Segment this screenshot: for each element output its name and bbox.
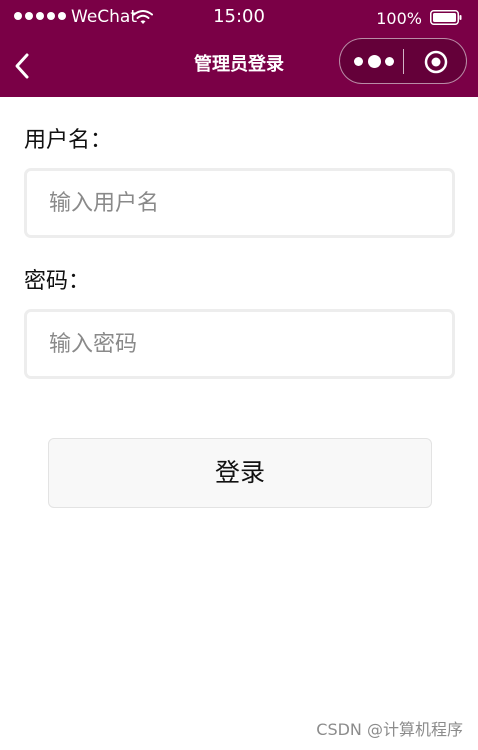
battery-percentage: 100% [376,9,422,28]
password-input[interactable]: 输入密码 [24,309,455,379]
login-button[interactable]: 登录 [48,438,432,508]
password-placeholder: 输入密码 [49,332,138,357]
capsule-divider [403,49,404,74]
username-label: 用户名： [24,128,113,153]
username-input[interactable]: 输入用户名 [24,168,455,238]
password-label: 密码： [24,269,91,294]
csdn-watermark: CSDN @计算机程序 [316,720,463,739]
close-target-icon[interactable] [424,50,448,74]
mini-program-capsule [339,38,467,84]
navigation-bar: WeChat 15:00 100% 管理员登录 [0,0,478,97]
battery-icon [430,10,462,25]
username-placeholder: 输入用户名 [49,191,160,216]
more-dots-icon[interactable] [354,54,394,68]
status-bar: WeChat 15:00 100% [0,0,478,36]
